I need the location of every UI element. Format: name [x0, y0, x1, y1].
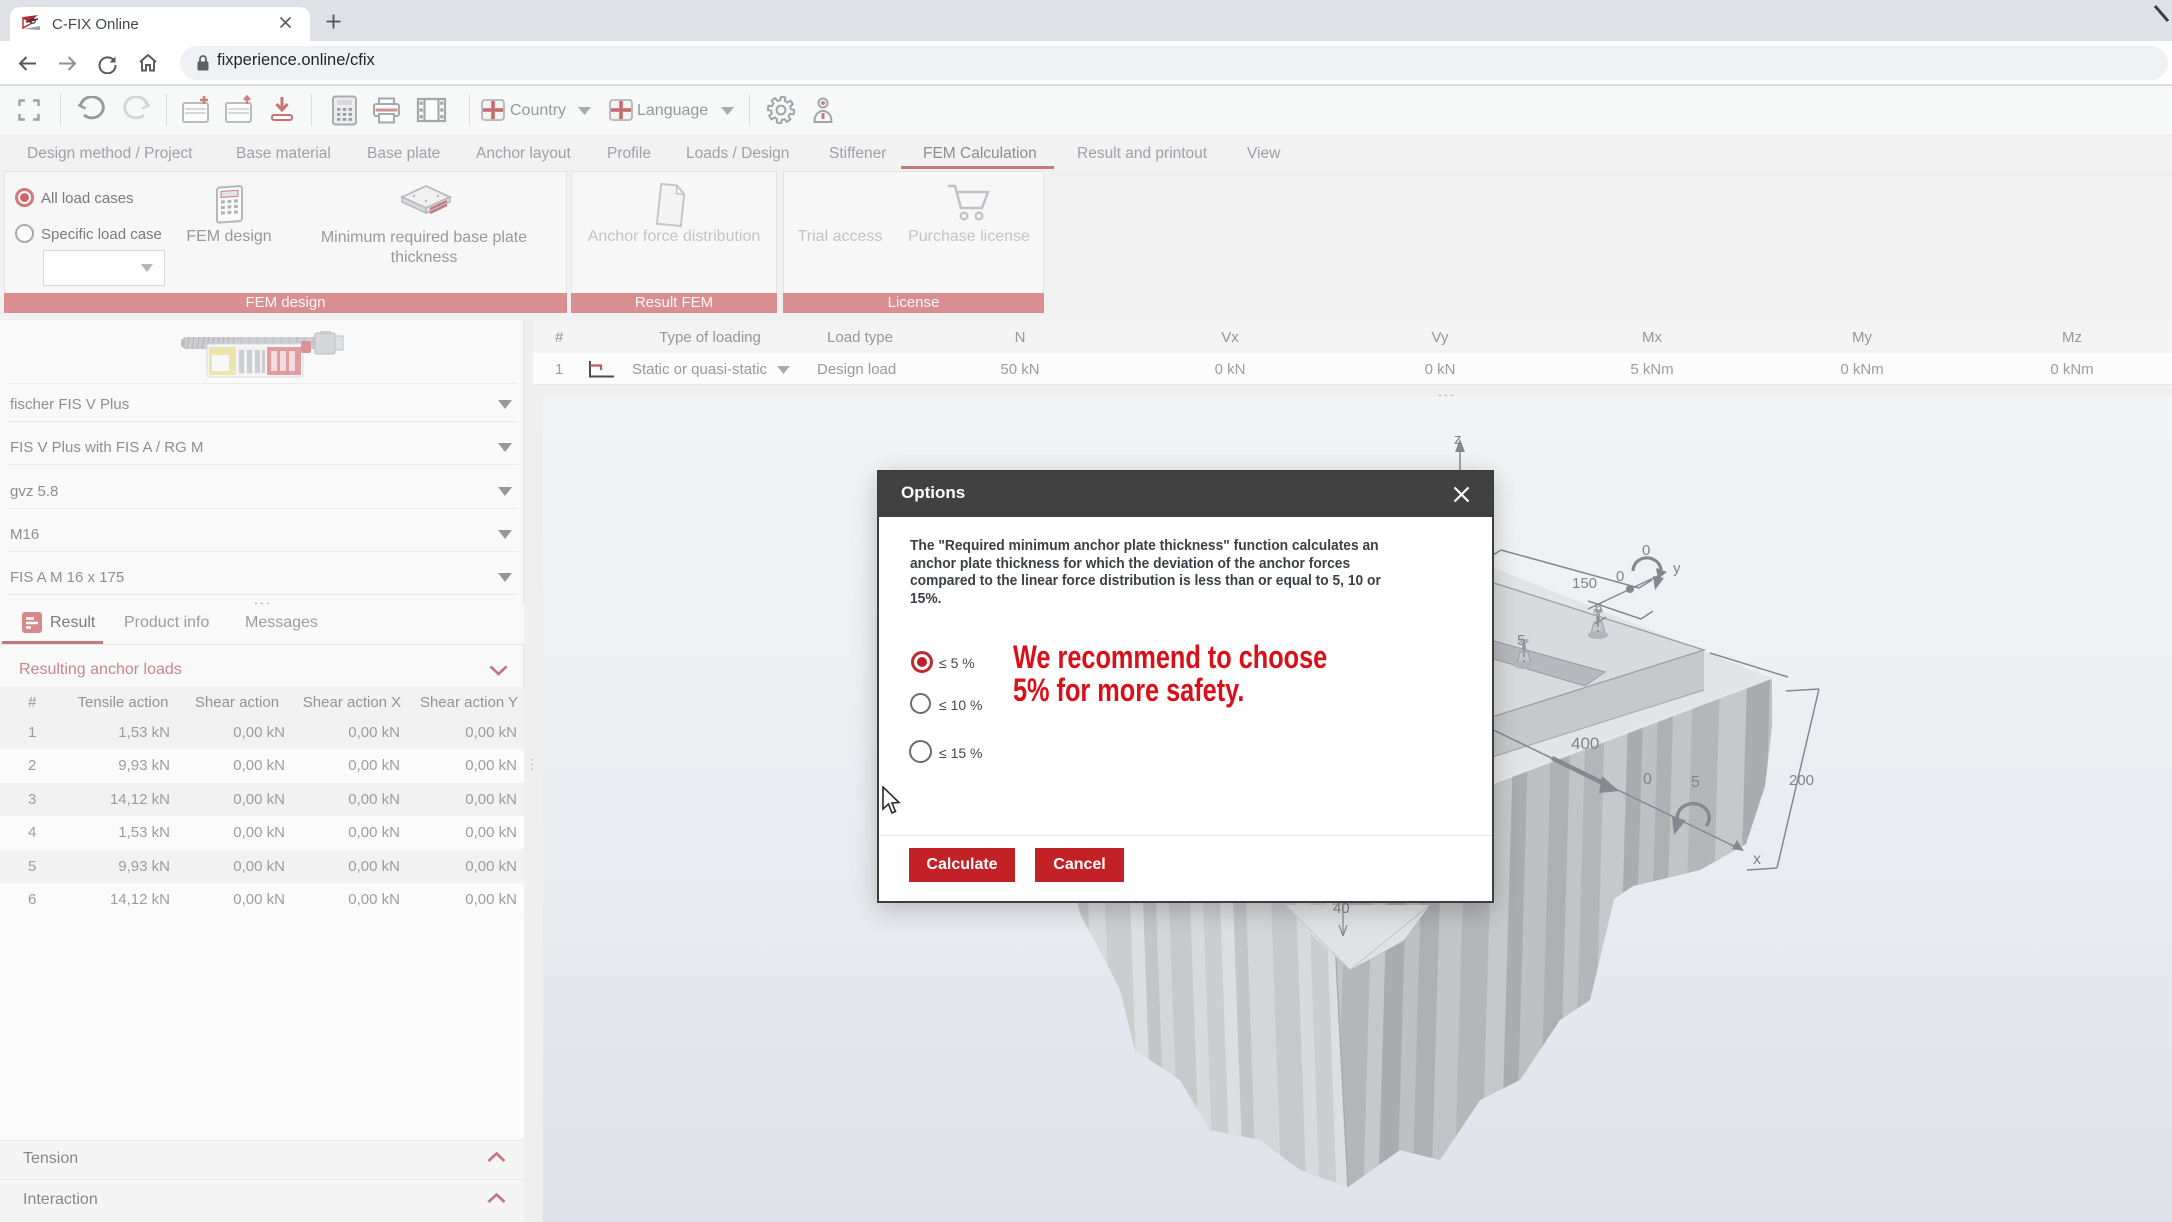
svg-text:5: 5 [1517, 632, 1525, 649]
svg-text:0: 0 [1643, 771, 1652, 788]
svg-text:400: 400 [1571, 734, 1599, 753]
svg-text:6: 6 [1595, 600, 1602, 615]
svg-text:200: 200 [1789, 772, 1814, 789]
svg-text:x: x [1753, 851, 1761, 868]
svg-text:0: 0 [1642, 542, 1650, 559]
svg-text:y: y [1673, 560, 1681, 577]
svg-text:150: 150 [1572, 575, 1597, 592]
svg-text:5: 5 [1691, 774, 1700, 791]
svg-text:0: 0 [1616, 568, 1624, 585]
svg-text:z: z [1454, 431, 1462, 448]
